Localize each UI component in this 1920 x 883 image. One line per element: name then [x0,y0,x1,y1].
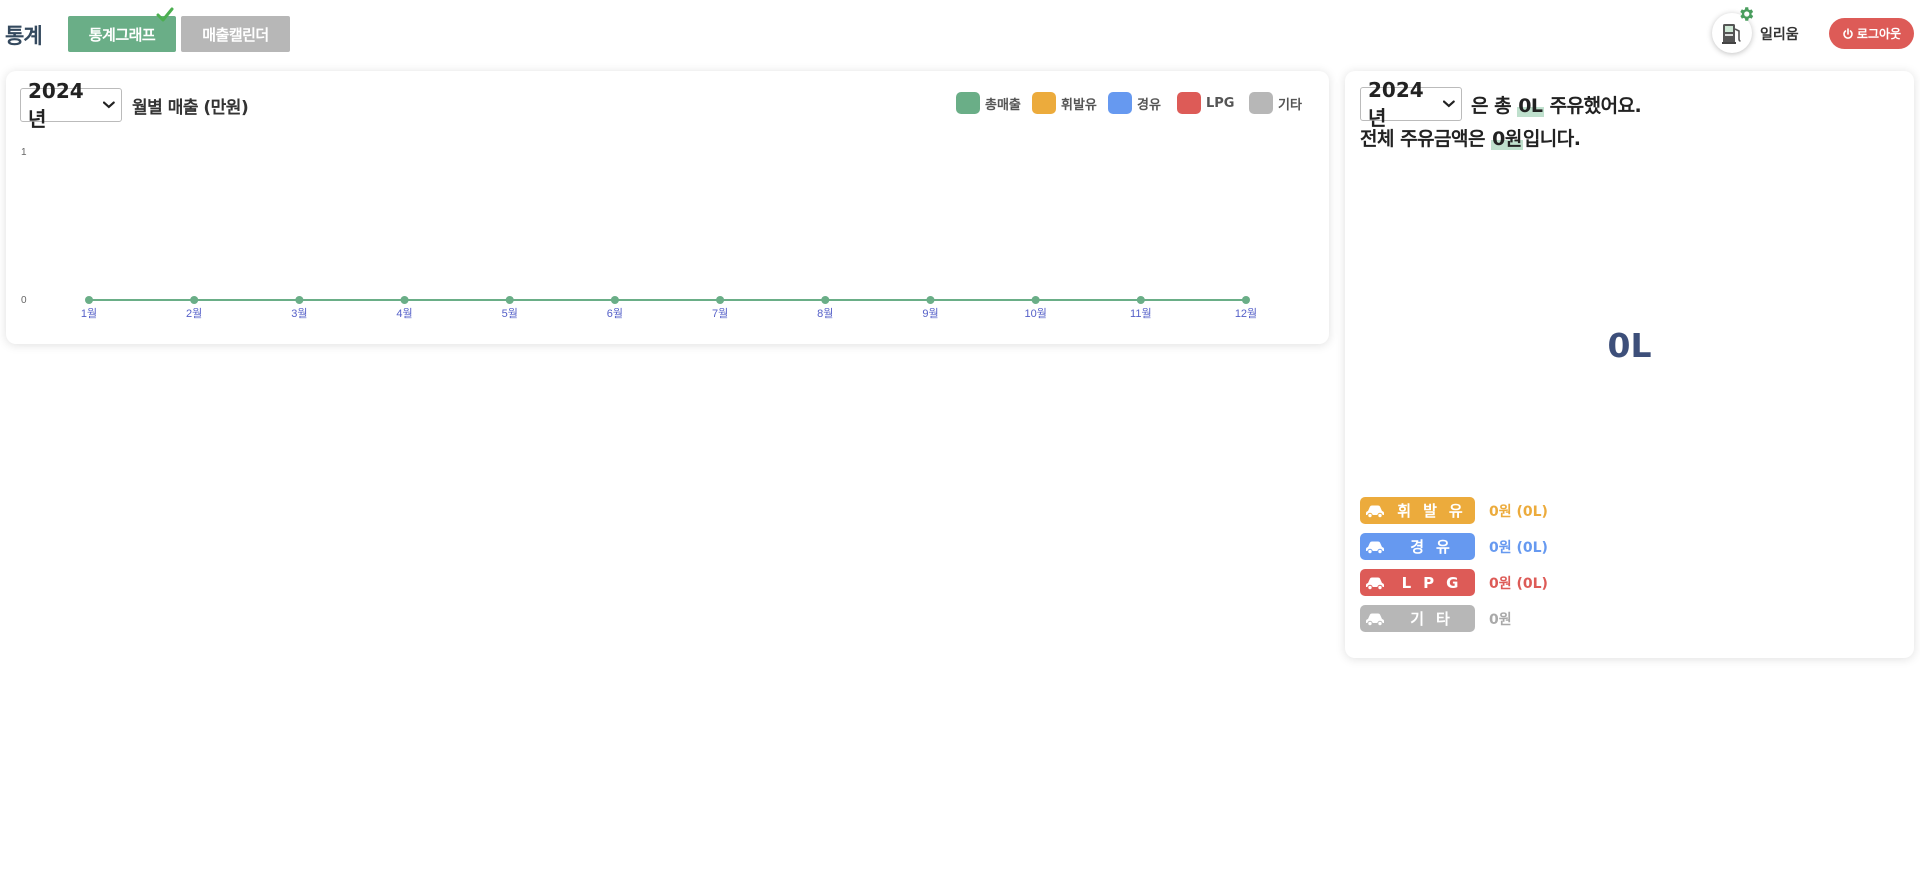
fuel-label: 기타 [1410,610,1462,628]
data-point [716,296,725,304]
summary-year-select[interactable]: 2024년 [1360,78,1462,130]
data-point [926,296,935,304]
fuel-value: 0원 (0L) [1489,503,1548,520]
fuel-row-lpg: LPG 0원 (0L) [1360,569,1548,596]
total-liters: 0L [1517,95,1544,117]
tab-sales-calendar[interactable]: 매출캘린더 [181,16,290,52]
logout-button[interactable]: 로그아웃 [1829,18,1914,49]
data-point [821,296,830,304]
data-point [85,296,93,304]
summary-prefix: 은 총 [1471,95,1512,117]
check-icon [156,7,174,22]
car-icon [1366,541,1384,554]
x-tick-label: 3월 [291,307,307,320]
fuel-value: 0원 (0L) [1489,575,1548,592]
fuel-summary-card: 2024년 은 총 0L 주유했어요. 전체 주유금액은 0원입니다. 0L 휘… [1345,71,1914,658]
fuel-row-diesel: 경유 0원 (0L) [1360,533,1548,560]
page-title: 통계 [5,24,43,48]
x-tick-label: 1월 [81,307,97,320]
summary-year-value: 2024년 [1368,77,1424,130]
car-icon [1366,613,1384,626]
fuel-badge-diesel: 경유 [1360,533,1475,560]
data-point [295,296,304,304]
fuel-badge-gasoline: 휘발유 [1360,497,1475,524]
monthly-sales-card: 2024년 월별 매출 (만원) 총매출 휘발유 경유 LPG 기타 0 1 1월 2… [6,71,1329,344]
logout-label: 로그아웃 [1856,27,1902,41]
car-icon [1366,577,1384,590]
x-tick-label: 5월 [502,307,518,320]
summary-suffix: 입니다. [1522,128,1581,150]
x-tick-label: 6월 [607,307,623,320]
summary-prefix: 전체 주유금액은 [1360,128,1485,150]
gas-station-icon [1722,24,1741,44]
fuel-label: 휘발유 [1397,502,1475,520]
fuel-value: 0원 [1489,611,1512,628]
y-tick-label: 0 [21,295,27,306]
x-tick-label: 10월 [1024,307,1046,320]
data-point [190,296,199,304]
summary-total-amount-line: 전체 주유금액은 0원입니다. [1360,124,1581,151]
fuel-badge-other: 기타 [1360,605,1475,632]
x-tick-label: 12월 [1235,307,1257,320]
data-point [1242,296,1250,304]
data-point [1136,296,1145,304]
summary-total-liters-line: 은 총 0L 주유했어요. [1471,91,1642,118]
fuel-row-gasoline: 휘발유 0원 (0L) [1360,497,1548,524]
x-tick-label: 11월 [1130,307,1152,320]
car-icon [1366,505,1384,518]
user-name: 일리움 [1760,27,1799,43]
fuel-row-other: 기타 0원 [1360,605,1512,632]
x-tick-label: 4월 [396,307,412,320]
monthly-sales-chart: 011월 2월 3월 4월 5월 6월 7월 8월 9월 10월 11월 12월 [21,147,1257,320]
data-point [1031,296,1040,304]
fuel-label: LPG [1401,573,1471,592]
x-tick-label: 8월 [817,307,833,320]
fuel-value: 0원 (0L) [1489,539,1548,556]
x-tick-label: 7월 [712,307,728,320]
data-point [505,296,514,304]
power-icon [1843,27,1853,39]
summary-suffix: 주유했어요. [1549,95,1642,117]
y-tick-label: 1 [21,147,27,158]
big-total-liters: 0L [1607,326,1652,365]
chevron-down-icon [1443,100,1455,108]
x-tick-label: 2월 [186,307,202,320]
fuel-badge-lpg: LPG [1360,569,1475,596]
x-tick-label: 9월 [922,307,938,320]
data-point [610,296,619,304]
fuel-label: 경유 [1410,538,1462,556]
total-amount: 0원 [1491,128,1523,150]
app-header: 통계 통계그래프 매출캘린더 일리움 로그아웃 [0,0,1920,66]
avatar[interactable] [1712,7,1754,53]
data-point [400,296,409,304]
gear-icon[interactable] [1737,5,1755,23]
